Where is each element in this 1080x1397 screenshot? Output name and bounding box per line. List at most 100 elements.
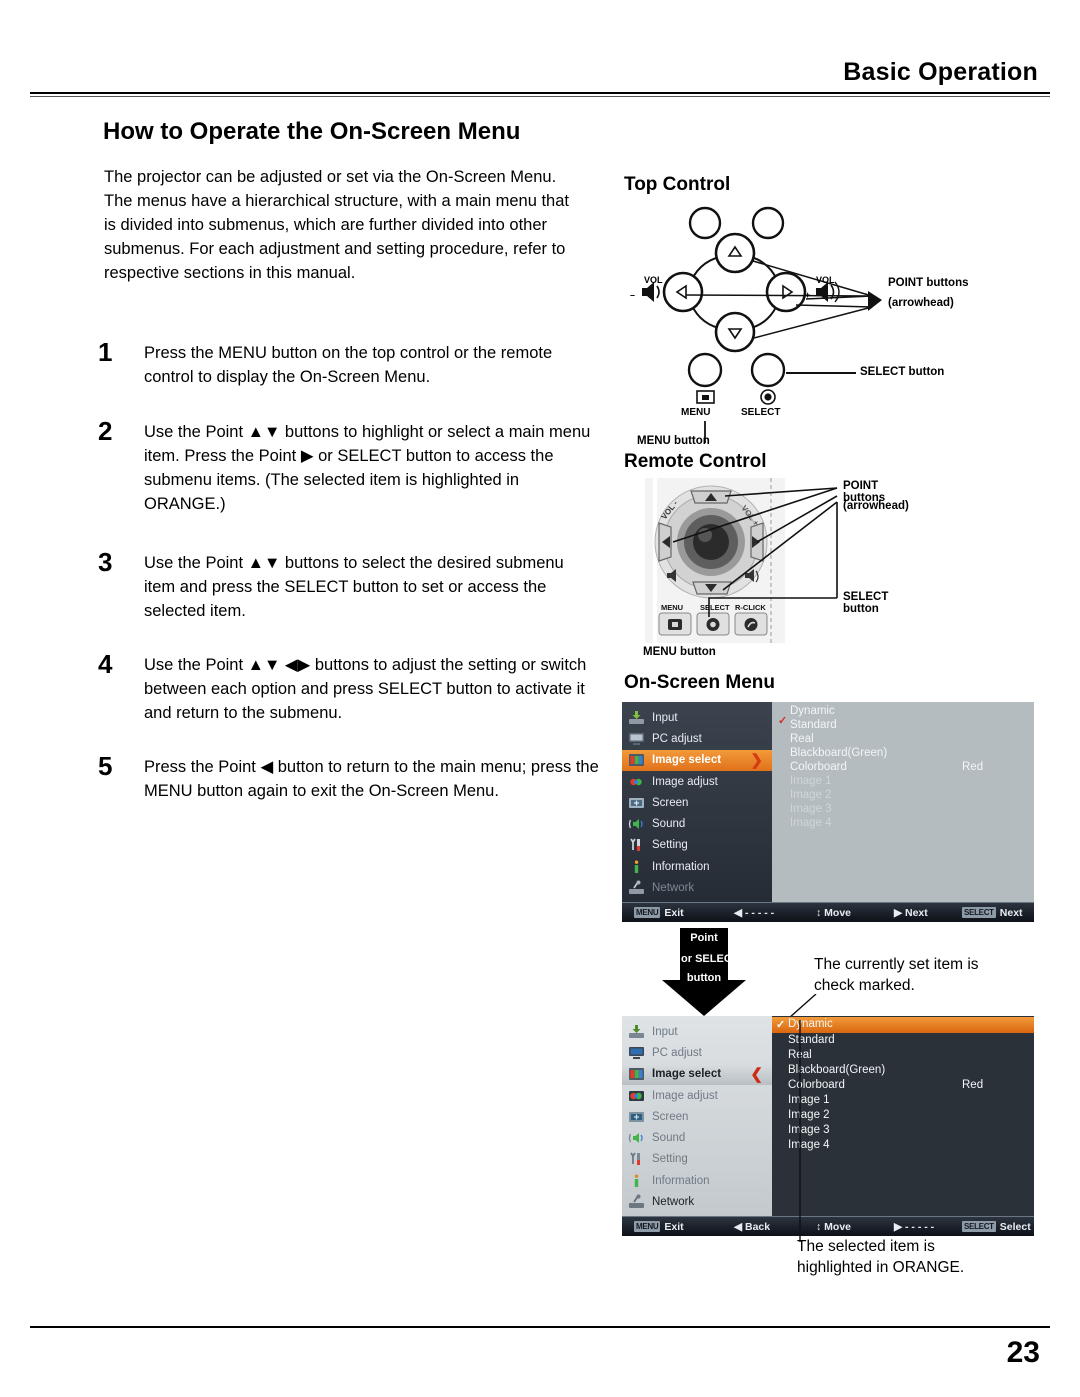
sidebar-item-sound[interactable]: Sound — [622, 1127, 772, 1148]
osd-sidebar: Input PC adjust Image select ❮ Image adj… — [622, 1016, 772, 1216]
status-select[interactable]: SELECT Select — [962, 1221, 1031, 1233]
note-selected-line-1: The selected item is — [797, 1238, 935, 1255]
select-key-badge: SELECT — [962, 907, 996, 919]
sidebar-item-label: Setting — [652, 1153, 688, 1166]
select-button-callout: SELECT button — [860, 366, 945, 378]
sidebar-item-image-select[interactable]: Image select ❮ — [622, 1063, 772, 1085]
status-next-label: Next — [905, 906, 928, 919]
sidebar-item-label: Image select — [652, 1068, 722, 1081]
note-selected-line-2: highlighted in ORANGE. — [797, 1259, 965, 1276]
sidebar-item-pc-adjust[interactable]: PC adjust — [622, 1042, 772, 1063]
check-mark-icon: ✓ — [776, 1019, 786, 1031]
step-number: 3 — [98, 547, 113, 577]
status-exit[interactable]: MENU Exit — [634, 907, 684, 919]
sidebar-item-setting[interactable]: Setting — [622, 835, 772, 856]
note-check-marked: The currently set item is check marked. — [814, 954, 979, 996]
sidebar-item-pc-adjust[interactable]: PC adjust — [622, 728, 772, 749]
sidebar-item-information[interactable]: Information — [622, 1170, 772, 1191]
point-down-button-icon — [714, 311, 756, 353]
option-blackboard[interactable]: Blackboard(Green) — [790, 747, 887, 759]
sidebar-item-network[interactable]: Network — [622, 877, 772, 898]
status-select-label: Next — [999, 906, 1023, 919]
sidebar-item-label: Image select — [652, 754, 722, 767]
sidebar-item-input[interactable]: Input — [622, 707, 772, 728]
option-real[interactable]: Real — [790, 733, 814, 745]
step-text: Use the Point ▲▼ buttons to select the d… — [144, 554, 564, 620]
status-next: ▶ Next — [894, 907, 928, 919]
setting-icon — [627, 837, 646, 853]
option-image-3[interactable]: Image 3 — [790, 803, 832, 815]
menu-key-badge: MENU — [634, 1221, 661, 1233]
option-colorboard[interactable]: Colorboard — [790, 761, 847, 773]
status-select[interactable]: SELECT Next — [962, 907, 1023, 919]
remote-control-heading: Remote Control — [624, 451, 767, 472]
osd-body: Input PC adjust Image select ❮ Image adj… — [622, 1016, 1034, 1216]
option-image-4[interactable]: Image 4 — [790, 817, 832, 829]
sidebar-item-image-adjust[interactable]: Image adjust — [622, 1085, 772, 1106]
remote-point-buttons-callout-sub: (arrowhead) — [843, 500, 909, 512]
sidebar-item-label: Sound — [652, 818, 686, 831]
sidebar-item-setting[interactable]: Setting — [622, 1149, 772, 1170]
top-button-left-icon — [688, 206, 722, 240]
osd-status-bar: MENU Exit ◀ Back ↕ Move ▶ - - - - - SELEC… — [622, 1216, 1034, 1236]
colorboard-value[interactable]: Red — [962, 761, 983, 773]
sidebar-item-label: Image adjust — [652, 1089, 718, 1102]
step-number: 1 — [98, 337, 113, 367]
menu-key-badge: MENU — [634, 907, 661, 919]
pc-adjust-icon — [627, 731, 646, 747]
sidebar-item-label: Information — [652, 1174, 710, 1187]
sidebar-item-network[interactable]: Network — [622, 1191, 772, 1212]
image-adjust-icon — [627, 774, 646, 790]
sidebar-item-label: Network — [652, 882, 695, 895]
sidebar-item-label: PC adjust — [652, 1046, 702, 1059]
osd-screenshot-submenu: Input PC adjust Image select ❮ Image adj… — [622, 1016, 1034, 1236]
sidebar-item-sound[interactable]: Sound — [622, 813, 772, 834]
sidebar-item-information[interactable]: Information — [622, 856, 772, 877]
sidebar-item-label: Input — [652, 1025, 678, 1038]
remote-select-button-callout: SELECT button — [843, 591, 889, 615]
sidebar-item-label: Screen — [652, 1110, 689, 1123]
network-icon — [627, 1194, 646, 1210]
colorboard-value[interactable]: Red — [962, 1079, 983, 1091]
status-back: ◀ - - - - - — [734, 907, 774, 919]
option-standard[interactable]: Standard — [790, 719, 837, 731]
move-arrow-icon: ↕ — [816, 1220, 822, 1233]
osd-screenshot-main-menu: Input PC adjust Image select ❯ Image adj… — [622, 702, 1034, 922]
step-text: Use the Point ▲▼ buttons to highlight or… — [144, 423, 591, 513]
sidebar-item-label: Network — [652, 1196, 695, 1209]
sidebar-item-label: Image adjust — [652, 775, 718, 788]
status-back-label: Back — [745, 1220, 771, 1233]
remote-control-diagram: VOL - VOL + MENU SELECT R-CLICK POINT bu… — [643, 478, 909, 658]
sidebar-item-label: Screen — [652, 796, 689, 809]
setting-icon — [627, 1151, 646, 1167]
point-buttons-callout: POINT buttons — [888, 277, 969, 289]
sidebar-item-label: Input — [652, 711, 678, 724]
top-control-heading: Top Control — [624, 174, 731, 195]
osd-body: Input PC adjust Image select ❯ Image adj… — [622, 702, 1034, 902]
status-exit[interactable]: MENU Exit — [634, 1221, 684, 1233]
select-key-label: SELECT — [741, 407, 781, 418]
sidebar-item-image-select[interactable]: Image select ❯ — [622, 749, 772, 771]
status-next: ▶ - - - - - — [894, 1221, 934, 1233]
move-arrow-icon: ↕ — [816, 906, 822, 919]
status-back: ◀ Back — [734, 1221, 770, 1233]
status-move: ↕ Move — [816, 907, 851, 919]
sidebar-item-screen[interactable]: Screen — [622, 1106, 772, 1127]
status-move-label: Move — [824, 1220, 852, 1233]
select-key-badge: SELECT — [962, 1221, 996, 1233]
note-highlighted-orange: The selected item is highlighted in ORAN… — [797, 1236, 964, 1278]
option-image-1[interactable]: Image 1 — [790, 775, 832, 787]
step-number: 4 — [98, 649, 113, 679]
sidebar-item-input[interactable]: Input — [622, 1021, 772, 1042]
osd-option-panel: ✓ Dynamic Standard Real Blackboard(Green… — [772, 702, 1034, 902]
step-number: 2 — [98, 416, 113, 446]
osd-status-bar: MENU Exit ◀ - - - - - ↕ Move ▶ Next SELEC… — [622, 902, 1034, 922]
option-image-2[interactable]: Image 2 — [790, 789, 832, 801]
sidebar-item-image-adjust[interactable]: Image adjust — [622, 771, 772, 792]
osd-option-panel: ✓ Dynamic Standard Real Blackboard(Green… — [772, 1016, 1034, 1216]
volume-down-icon — [642, 282, 660, 302]
screen-icon — [627, 1109, 646, 1125]
menu-key-label: MENU — [681, 407, 711, 418]
sidebar-item-screen[interactable]: Screen — [622, 792, 772, 813]
option-dynamic[interactable]: Dynamic — [790, 705, 835, 717]
